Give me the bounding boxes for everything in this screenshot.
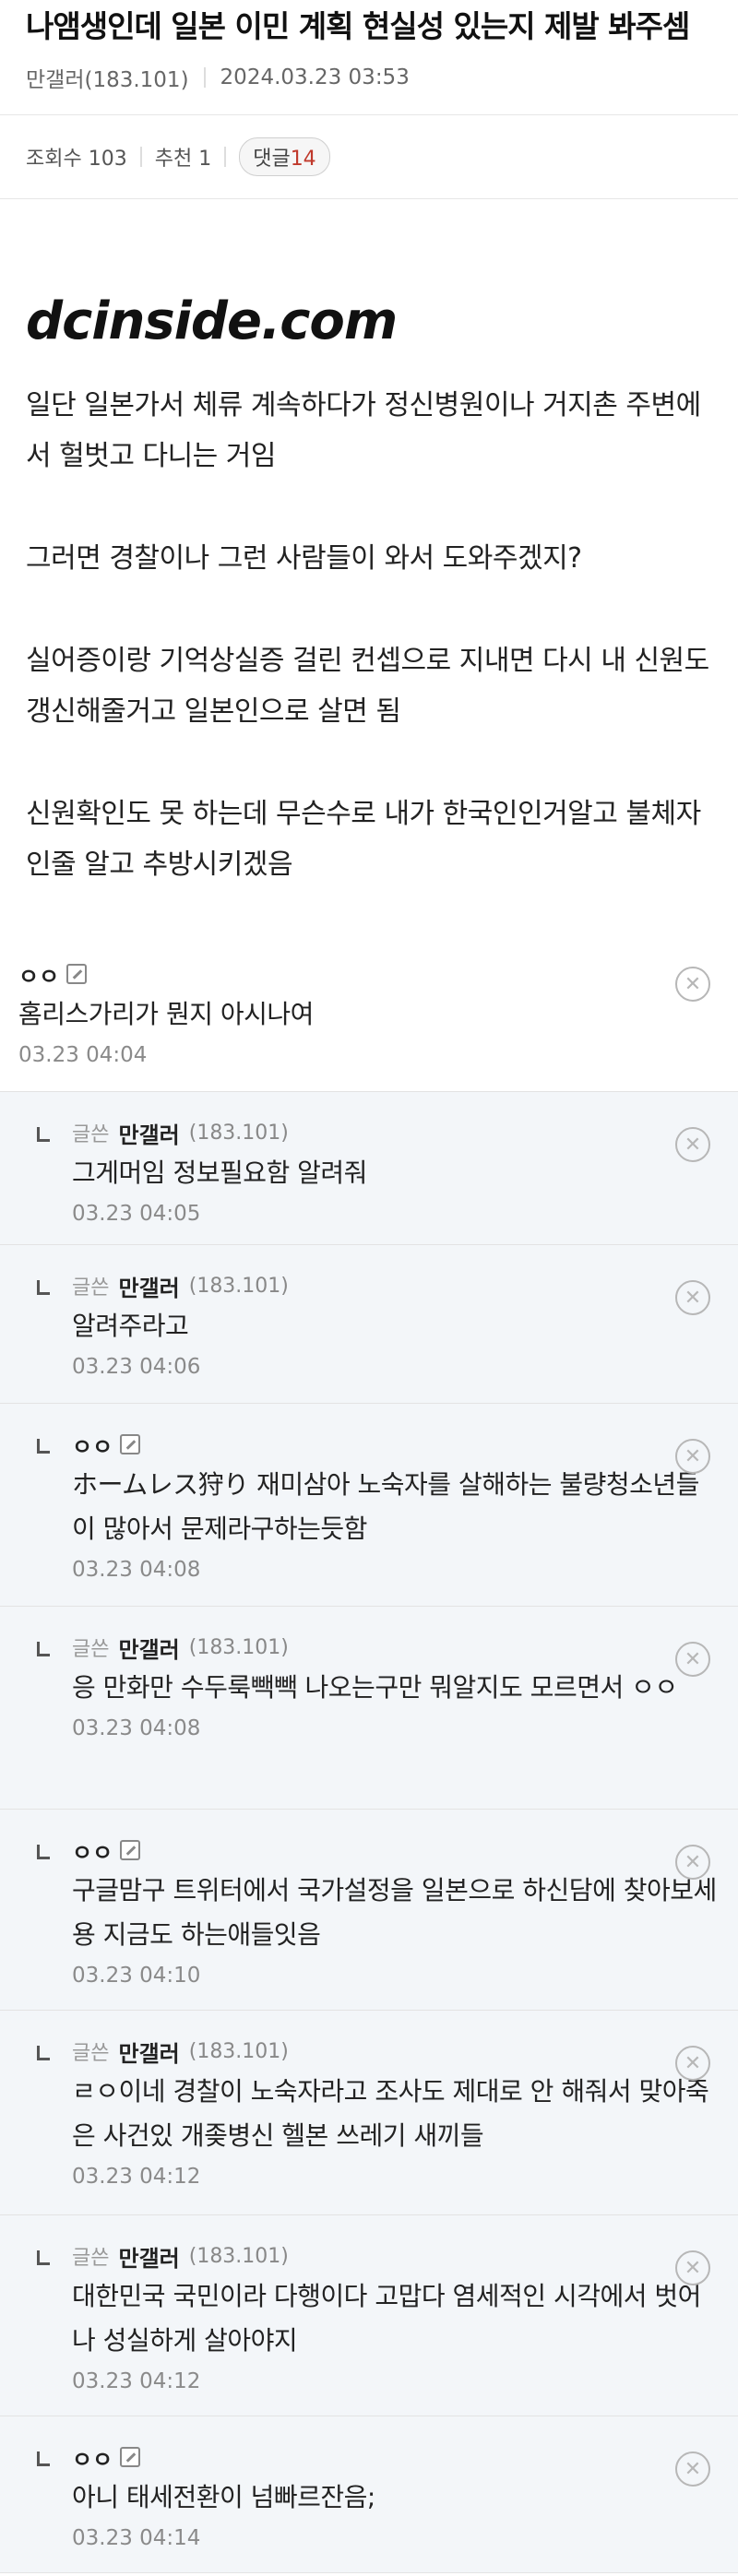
comment-time: 03.23 04:10 — [72, 1964, 201, 1988]
comment-text: ㄹㅇ이네 경찰이 노숙자라고 조사도 제대로 안 해줘서 맞아죽은 사건있 개좆… — [72, 2076, 709, 2151]
comment-time: 03.23 04:06 — [72, 1355, 201, 1379]
memo-icon — [120, 2447, 141, 2467]
post-meta: 만갤러(183.101) 2024.03.23 03:53 — [26, 59, 712, 96]
post-author[interactable]: 만갤러(183.101) — [26, 62, 189, 93]
comment-time: 03.23 04:14 — [72, 2526, 201, 2550]
post-stats-bar: 조회수 103 추천 1 댓글14 — [0, 114, 738, 199]
reply-item: 글쓴 만갤러 (183.101) 대한민국 국민이라 다행이다 고맙다 염세적인… — [0, 2215, 738, 2416]
comment-nick[interactable]: ㅇㅇ — [72, 1429, 113, 1461]
comment-time: 03.23 04:08 — [72, 1716, 201, 1740]
reply-arrow-icon — [37, 1845, 50, 1859]
post-page: 나앰생인데 일본 이민 계획 현실성 있는지 제발 봐주셈 만갤러(183.10… — [0, 0, 738, 2576]
comment-count-number: 14 — [290, 148, 316, 171]
stat-divider — [224, 147, 227, 167]
reply-arrow-icon — [37, 2250, 50, 2265]
comment-nick[interactable]: 만갤러 — [118, 2240, 179, 2273]
author-tag: 글쓴 — [72, 1638, 110, 1661]
meta-divider — [203, 67, 206, 88]
circle-x-icon[interactable]: ✕ — [675, 1642, 710, 1677]
comment-text: 응 만화만 수두룩빽빽 나오는구만 뭐알지도 모르면서 ㅇㅇ — [72, 1672, 678, 1703]
post-date: 2024.03.23 03:53 — [220, 65, 410, 89]
reply-arrow-icon — [37, 1280, 50, 1295]
post-body: 일단 일본가서 체류 계속하다가 정신병원이나 거지촌 주변에서 헐벗고 다니는… — [0, 380, 738, 890]
reply-item: ㅇㅇ 아니 태세전환이 넘빠르잔음; 03.23 04:14 ✕ — [0, 2416, 738, 2573]
comment-time: 03.23 04:12 — [72, 2165, 201, 2189]
comment-header: 글쓴 만갤러 (183.101) — [72, 1267, 720, 1304]
comment-ip: (183.101) — [188, 2244, 289, 2268]
post-paragraph: 신원확인도 못 하는데 무슨수로 내가 한국인인거알고 불체자인줄 알고 추방시… — [26, 798, 701, 881]
author-tag: 글쓴 — [72, 2042, 110, 2065]
reply-item: ㅇㅇ 구글맘구 트위터에서 국가설정을 일본으로 하신담에 찾아보세용 지금도 … — [0, 1810, 738, 2011]
post-paragraph: 실어증이랑 기억상실증 걸린 컨셉으로 지내면 다시 내 신원도 갱신해줄거고 … — [26, 645, 709, 728]
comment-ip: (183.101) — [188, 1274, 289, 1298]
circle-x-icon[interactable]: ✕ — [675, 1280, 710, 1315]
comment-nick[interactable]: 만갤러 — [118, 1632, 179, 1664]
comment-header: 글쓴 만갤러 (183.101) — [72, 2238, 720, 2274]
comment-time: 03.23 04:12 — [72, 2369, 201, 2393]
comment-text: 구글맘구 트위터에서 국가설정을 일본으로 하신담에 찾아보세용 지금도 하는애… — [72, 1875, 717, 1950]
circle-x-icon[interactable]: ✕ — [675, 2046, 710, 2081]
comment-text: 알려주라고 — [72, 1311, 189, 1341]
post-header: 나앰생인데 일본 이민 계획 현실성 있는지 제발 봐주셈 만갤러(183.10… — [0, 0, 738, 96]
author-tag: 글쓴 — [72, 1123, 110, 1146]
comment-ip: (183.101) — [188, 1635, 289, 1659]
comment-text: 홈리스가리가 뭔지 아시나여 — [18, 999, 314, 1029]
reply-arrow-icon — [37, 2451, 50, 2466]
comment-text: ホームレス狩り 재미삼아 노숙자를 살해하는 불량청소년들이 많아서 문제라구하… — [72, 1469, 699, 1544]
circle-x-icon[interactable]: ✕ — [675, 967, 710, 1002]
logo-area: dcinside.com — [0, 199, 738, 374]
comment-time: 03.23 04:04 — [18, 1043, 148, 1067]
comment-item: ㅇㅇ 홈리스가리가 뭔지 아시나여 03.23 04:04 ✕ — [0, 939, 738, 1092]
comment-nick[interactable]: 만갤러 — [118, 1270, 179, 1302]
comment-header: ㅇㅇ — [72, 1426, 720, 1463]
comment-time: 03.23 04:05 — [72, 1202, 201, 1226]
comment-text: 대한민국 국민이라 다행이다 고맙다 염세적인 시각에서 벗어나 성실하게 살아… — [72, 2281, 701, 2356]
comment-header: 글쓴 만갤러 (183.101) — [72, 1629, 720, 1666]
recommend-count: 추천 1 — [154, 148, 212, 171]
circle-x-icon[interactable]: ✕ — [675, 2250, 710, 2285]
circle-x-icon[interactable]: ✕ — [675, 2451, 710, 2487]
reply-item: 글쓴 만갤러 (183.101) 응 만화만 수두룩빽빽 나오는구만 뭐알지도 … — [0, 1607, 738, 1810]
reply-arrow-icon — [37, 1127, 50, 1142]
comment-nick[interactable]: 만갤러 — [118, 1117, 179, 1149]
comment-ip: (183.101) — [188, 1121, 289, 1145]
circle-x-icon[interactable]: ✕ — [675, 1439, 710, 1474]
post-title: 나앰생인데 일본 이민 계획 현실성 있는지 제발 봐주셈 — [26, 8, 690, 44]
dcinside-logo: dcinside.com — [26, 291, 398, 351]
author-tag: 글쓴 — [72, 2247, 110, 2270]
comment-header: ㅇㅇ — [18, 956, 720, 992]
author-tag: 글쓴 — [72, 1276, 110, 1300]
memo-icon — [66, 964, 88, 984]
comment-header: ㅇㅇ — [72, 1832, 720, 1869]
stat-divider — [139, 147, 142, 167]
memo-icon — [120, 1434, 141, 1454]
post-paragraph: 그러면 경찰이나 그런 사람들이 와서 도와주겠지? — [26, 542, 582, 575]
comment-header: 글쓴 만갤러 (183.101) — [72, 1114, 720, 1151]
memo-icon — [120, 1840, 141, 1860]
comment-count-badge[interactable]: 댓글14 — [239, 137, 330, 176]
comment-nick[interactable]: ㅇㅇ — [18, 958, 59, 991]
comment-nick[interactable]: 만갤러 — [118, 2036, 179, 2068]
post-paragraph: 일단 일본가서 체류 계속하다가 정신병원이나 거지촌 주변에서 헐벗고 다니는… — [26, 389, 701, 472]
reply-arrow-icon — [37, 1439, 50, 1454]
comment-ip: (183.101) — [188, 2039, 289, 2063]
comment-text: 그게머임 정보필요함 알려줘 — [72, 1157, 367, 1188]
comment-text: 아니 태세전환이 넘빠르잔음; — [72, 2482, 375, 2512]
comment-header: 글쓴 만갤러 (183.101) — [72, 2033, 720, 2070]
reply-item: 글쓴 만갤러 (183.101) ㄹㅇ이네 경찰이 노숙자라고 조사도 제대로 … — [0, 2011, 738, 2215]
reply-arrow-icon — [37, 1642, 50, 1656]
circle-x-icon[interactable]: ✕ — [675, 1127, 710, 1162]
comment-count-label: 댓글 — [253, 148, 291, 171]
view-count: 조회수 103 — [26, 148, 127, 171]
comment-time: 03.23 04:08 — [72, 1558, 201, 1582]
circle-x-icon[interactable]: ✕ — [675, 1845, 710, 1880]
comment-nick[interactable]: ㅇㅇ — [72, 2441, 113, 2474]
reply-arrow-icon — [37, 2046, 50, 2060]
comment-nick[interactable]: ㅇㅇ — [72, 1834, 113, 1867]
comment-header: ㅇㅇ — [72, 2439, 720, 2475]
reply-item: ㅇㅇ ホームレス狩り 재미삼아 노숙자를 살해하는 불량청소년들이 많아서 문제… — [0, 1404, 738, 1607]
comment-list: ㅇㅇ 홈리스가리가 뭔지 아시나여 03.23 04:04 ✕ 글쓴 만갤러 (… — [0, 939, 738, 2573]
reply-item: 글쓴 만갤러 (183.101) 알려주라고 03.23 04:06 ✕ — [0, 1245, 738, 1404]
reply-item: 글쓴 만갤러 (183.101) 그게머임 정보필요함 알려줘 03.23 04… — [0, 1092, 738, 1245]
